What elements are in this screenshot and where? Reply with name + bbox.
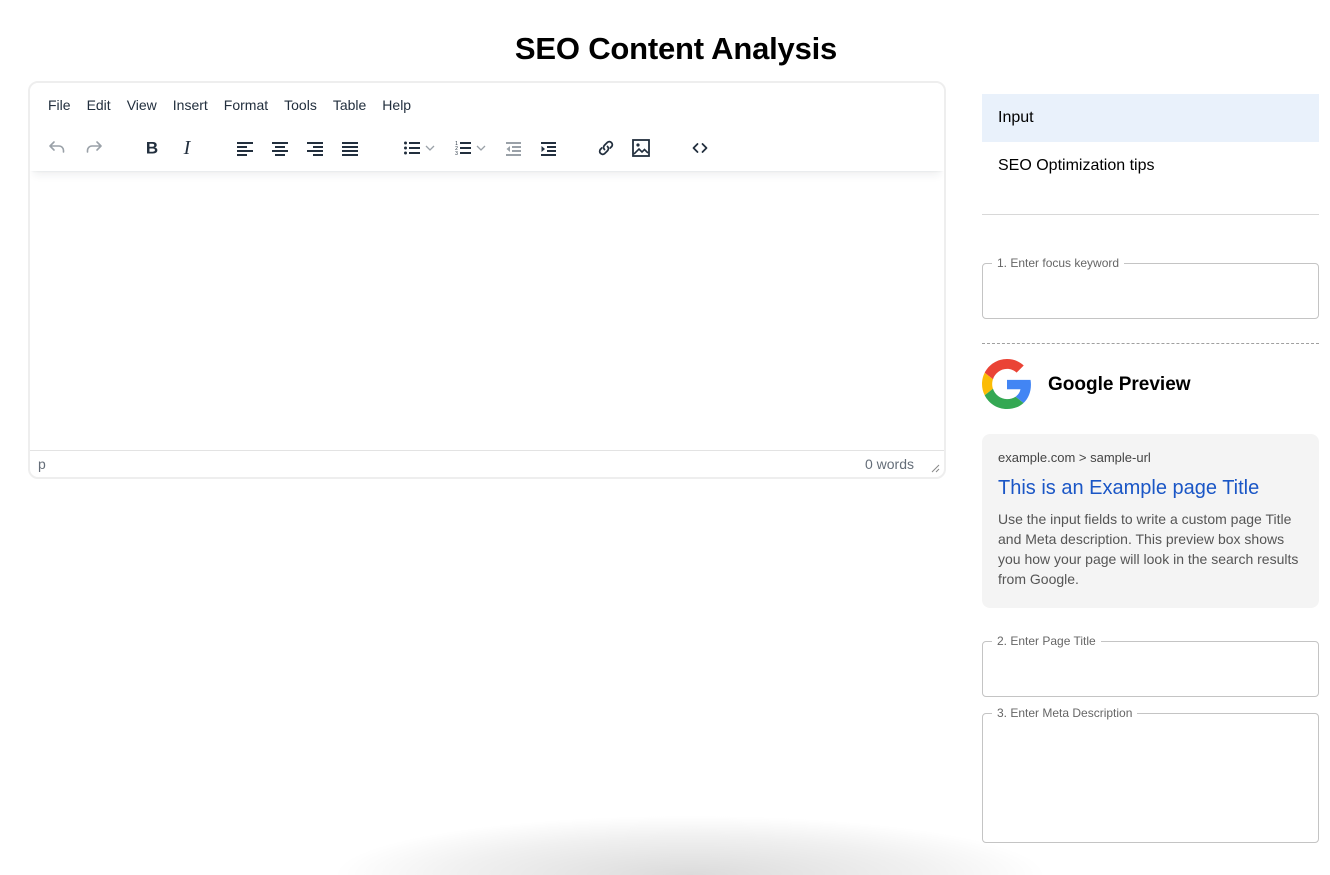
- menubar: File Edit View Insert Format Tools Table…: [40, 93, 419, 119]
- editor-content-area[interactable]: [30, 171, 944, 450]
- bold-button[interactable]: B: [135, 131, 169, 165]
- outdent-button[interactable]: [496, 131, 530, 165]
- menu-tools[interactable]: Tools: [276, 93, 325, 119]
- meta-description-field: 3. Enter Meta Description: [982, 706, 1319, 843]
- preview-title[interactable]: This is an Example page Title: [998, 476, 1303, 500]
- seo-sidebar: Input SEO Optimization tips 1. Enter foc…: [982, 94, 1319, 843]
- word-count[interactable]: 0 words: [865, 456, 914, 472]
- tabs-divider: [982, 214, 1319, 215]
- bottom-shadow: [330, 815, 1050, 875]
- redo-button[interactable]: [77, 131, 111, 165]
- editor-toolbar: B I 1 2 3: [30, 131, 944, 165]
- image-button[interactable]: [624, 131, 658, 165]
- justify-icon: [342, 142, 358, 156]
- link-button[interactable]: [589, 131, 623, 165]
- align-center-icon: [272, 142, 288, 156]
- align-left-icon: [237, 142, 253, 156]
- chevron-down-icon[interactable]: [476, 143, 486, 153]
- editor-header: File Edit View Insert Format Tools Table…: [30, 83, 944, 171]
- page-title: SEO Content Analysis: [514, 30, 838, 66]
- indent-icon: [541, 142, 556, 156]
- justify-button[interactable]: [333, 131, 367, 165]
- bullet-list-button[interactable]: [395, 131, 445, 165]
- tab-seo-optimization-tips[interactable]: SEO Optimization tips: [982, 142, 1319, 190]
- svg-text:I: I: [183, 137, 192, 159]
- google-logo-icon: [982, 359, 1031, 409]
- menu-file[interactable]: File: [40, 93, 79, 119]
- editor-statusbar: p 0 words: [30, 450, 944, 477]
- google-preview-card: example.com > sample-url This is an Exam…: [982, 434, 1319, 608]
- undo-icon: [49, 141, 65, 153]
- italic-icon: I: [183, 137, 192, 159]
- focus-keyword-input[interactable]: [983, 264, 1318, 318]
- code-icon: [692, 143, 708, 153]
- undo-button[interactable]: [40, 131, 74, 165]
- page-title-input[interactable]: [983, 642, 1318, 696]
- focus-keyword-field: 1. Enter focus keyword: [982, 256, 1319, 319]
- source-code-button[interactable]: [683, 131, 717, 165]
- indent-button[interactable]: [531, 131, 565, 165]
- image-icon: [632, 139, 650, 157]
- menu-table[interactable]: Table: [325, 93, 374, 119]
- page-title-field: 2. Enter Page Title: [982, 634, 1319, 697]
- align-right-button[interactable]: [298, 131, 332, 165]
- redo-icon: [86, 141, 102, 153]
- meta-description-input[interactable]: [983, 714, 1318, 842]
- menu-format[interactable]: Format: [216, 93, 276, 119]
- svg-text:3: 3: [455, 151, 458, 157]
- rich-text-editor: File Edit View Insert Format Tools Table…: [28, 81, 946, 479]
- italic-button[interactable]: I: [170, 131, 204, 165]
- numbered-list-button[interactable]: 123: [446, 131, 496, 165]
- numbered-list-icon: 123: [455, 141, 471, 157]
- tab-input[interactable]: Input: [982, 94, 1319, 142]
- align-center-button[interactable]: [263, 131, 297, 165]
- menu-insert[interactable]: Insert: [165, 93, 216, 119]
- align-right-icon: [307, 142, 323, 156]
- menu-edit[interactable]: Edit: [79, 93, 119, 119]
- google-preview-header: Google Preview: [982, 359, 1319, 409]
- menu-view[interactable]: View: [119, 93, 165, 119]
- align-left-button[interactable]: [228, 131, 262, 165]
- section-divider: [982, 343, 1319, 344]
- bold-icon: B: [146, 139, 158, 158]
- bullet-list-icon: [404, 141, 420, 155]
- preview-description: Use the input fields to write a custom p…: [998, 511, 1299, 587]
- menu-help[interactable]: Help: [374, 93, 419, 119]
- element-path[interactable]: p: [38, 456, 46, 472]
- google-preview-heading: Google Preview: [1048, 374, 1191, 395]
- svg-text:B: B: [146, 139, 158, 158]
- link-icon: [598, 140, 614, 156]
- outdent-icon: [506, 142, 521, 156]
- resize-handle-icon[interactable]: [930, 463, 940, 473]
- chevron-down-icon[interactable]: [425, 143, 435, 153]
- preview-url: example.com > sample-url: [998, 450, 1151, 465]
